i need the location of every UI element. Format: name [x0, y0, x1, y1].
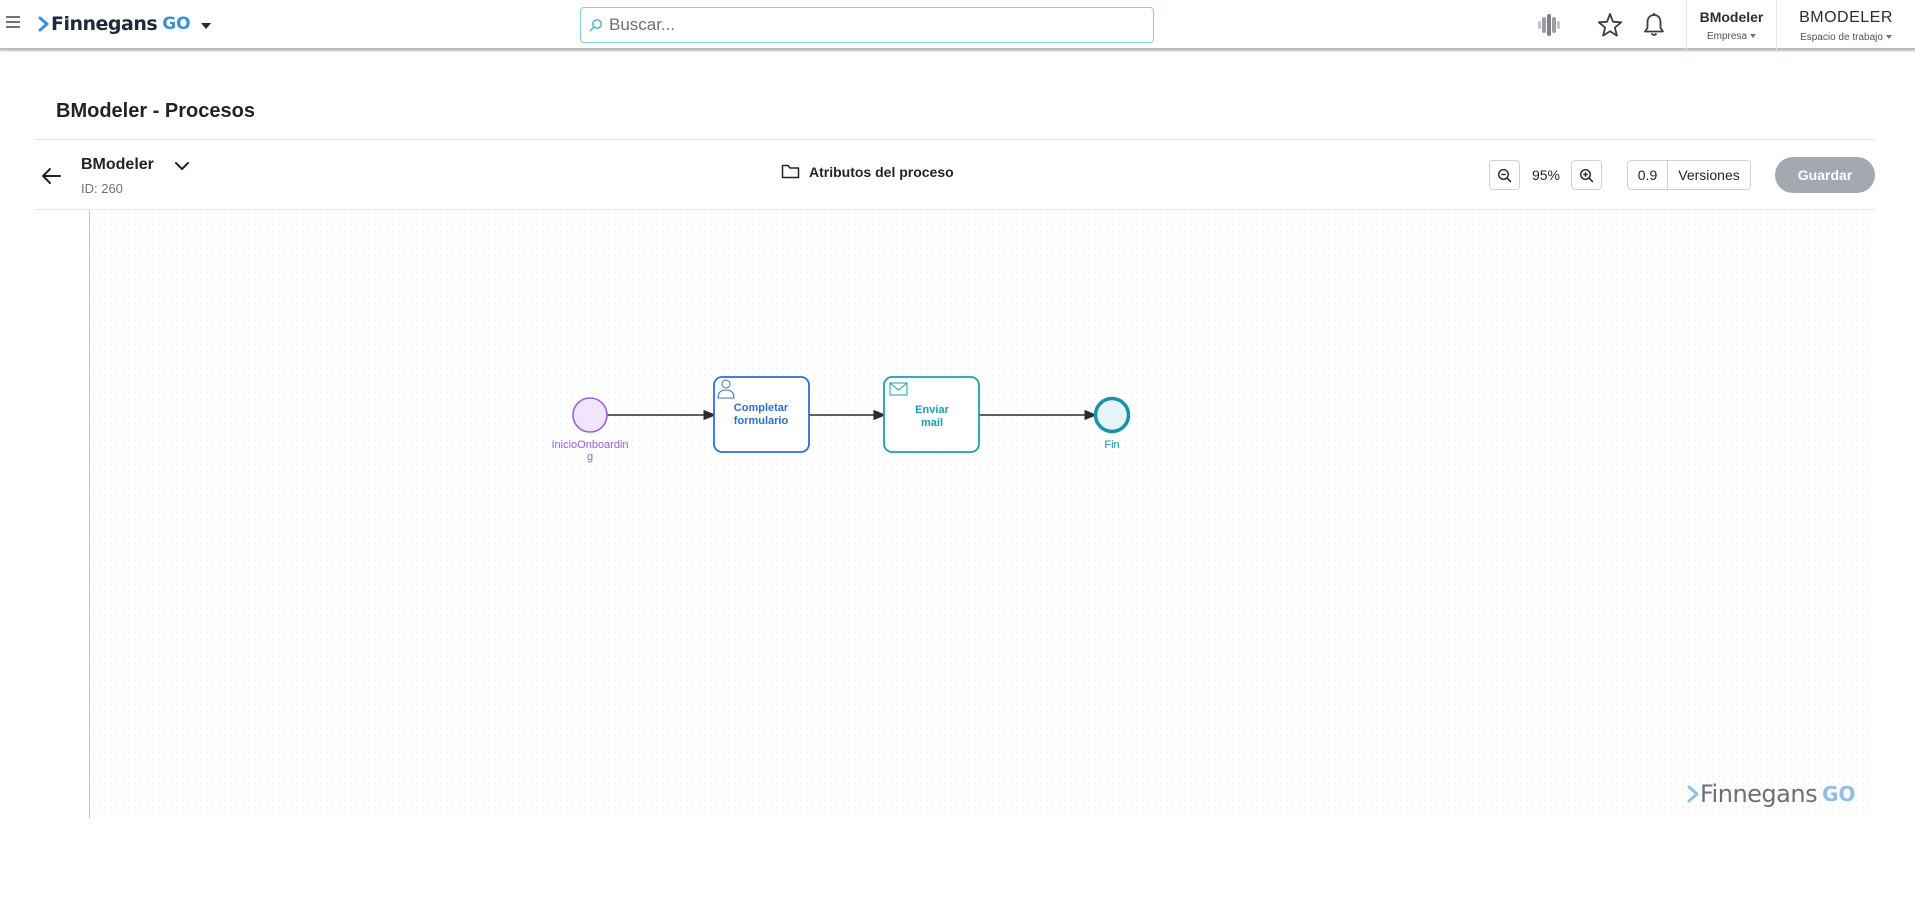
logo-text: Finnegans	[51, 13, 158, 35]
zoom-in-button[interactable]	[1571, 160, 1602, 190]
search-input[interactable]	[609, 15, 1129, 35]
top-bar: Finnegans GO BModeler Empresa BMODELER E…	[0, 0, 1915, 50]
workspace-name: BMODELER	[1799, 9, 1893, 26]
logo-chevron-icon	[1687, 785, 1699, 803]
process-id: ID: 260	[81, 181, 123, 196]
process-attributes-label: Atributos del proceso	[809, 163, 954, 180]
app-logo[interactable]: Finnegans GO	[38, 12, 211, 36]
caret-down-icon	[1885, 35, 1892, 40]
logo-go: GO	[162, 14, 191, 34]
caret-down-icon	[1750, 34, 1756, 39]
version-group: 0.9 Versiones	[1627, 160, 1751, 190]
zoom-in-icon	[1579, 168, 1594, 182]
task-label-line1: Enviar	[915, 404, 949, 416]
end-event[interactable]	[1093, 396, 1131, 434]
search-icon	[589, 19, 602, 32]
start-event-label: InicioOnboardin	[551, 439, 628, 451]
bell-icon[interactable]	[1640, 11, 1668, 39]
company-label: Empresa	[1706, 31, 1747, 42]
task-label-line1: Completar	[734, 402, 789, 414]
page-title: BModeler - Procesos	[56, 100, 255, 122]
process-name: BModeler	[81, 156, 154, 173]
process-attributes-button[interactable]: Atributos del proceso	[781, 163, 954, 180]
bpmn-canvas[interactable]: InicioOnboardin g Completar formulario E…	[90, 210, 1874, 818]
logo-chevron-icon	[38, 16, 49, 32]
zoom-out-icon	[1497, 168, 1512, 182]
back-arrow-icon[interactable]	[40, 165, 62, 187]
zoom-out-button[interactable]	[1489, 160, 1520, 190]
save-button[interactable]: Guardar	[1775, 157, 1875, 193]
caret-down-icon[interactable]	[200, 22, 211, 29]
chevron-down-icon[interactable]	[173, 157, 191, 175]
workspace-label: Espacio de trabajo	[1800, 32, 1883, 43]
search-box[interactable]	[580, 7, 1154, 43]
start-event-label-wrap: g	[587, 451, 593, 463]
version-number: 0.9	[1628, 161, 1668, 189]
task-label-line2: mail	[921, 417, 943, 429]
divider	[35, 139, 1875, 140]
versions-button[interactable]: Versiones	[1668, 161, 1750, 189]
watermark-text: Finnegans	[1700, 780, 1818, 808]
hamburger-icon[interactable]	[6, 16, 20, 30]
bpmn-diagram: InicioOnboardin g Completar formulario E…	[551, 376, 1131, 463]
zoom-level: 95%	[1531, 167, 1561, 183]
end-event-label: Fin	[1104, 439, 1119, 451]
start-event[interactable]	[572, 397, 608, 433]
finnegans-watermark: Finnegans GO	[1686, 780, 1856, 808]
workspace-selector[interactable]: BMODELER Espacio de trabajo	[1776, 0, 1915, 50]
star-icon[interactable]	[1596, 11, 1624, 39]
task-label-line2: formulario	[734, 415, 789, 427]
company-name: BModeler	[1699, 9, 1764, 25]
folder-icon	[781, 164, 800, 179]
watermark-go: GO	[1822, 782, 1856, 806]
ai-icon[interactable]	[1535, 11, 1563, 39]
company-selector[interactable]: BModeler Empresa	[1686, 0, 1776, 50]
